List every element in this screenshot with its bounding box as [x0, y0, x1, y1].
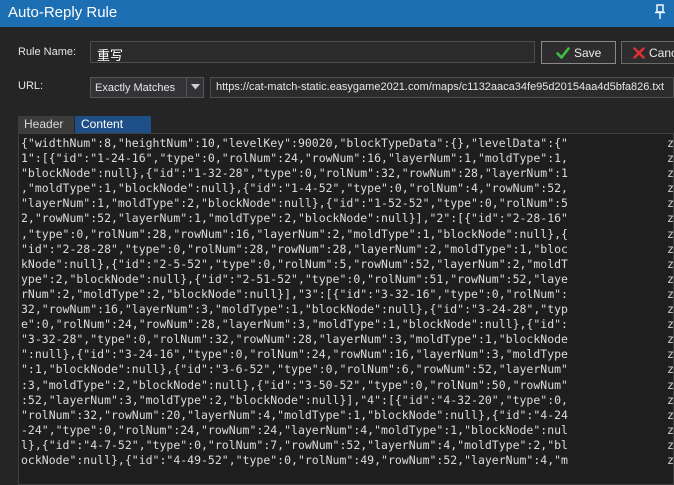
content-line: 2,"rowNum":52,"layerNum":1,"moldType":2,…: [21, 211, 568, 226]
right-edge-char: z: [667, 136, 674, 150]
content-line: kNode":null},{"id":"2-5-52","type":0,"ro…: [21, 256, 568, 271]
tab-content[interactable]: Content: [75, 116, 151, 133]
right-edge-char: z: [667, 181, 674, 196]
content-line: l},{"id":"4-7-52","type":0,"rolNum":7,"r…: [21, 437, 568, 452]
content-line: "id":"2-28-28","type":0,"rolNum":28,"row…: [21, 241, 568, 256]
content-line: -24","type":0,"rolNum":24,"rowNum":24,"l…: [21, 422, 568, 437]
right-edge-char: z: [667, 286, 674, 301]
right-edge-char: z: [667, 211, 674, 226]
content-line: e":0,"rolNum":24,"rowNum":28,"layerNum":…: [21, 317, 568, 332]
content-line: ":null},{"id":"3-24-16","type":0,"rolNum…: [21, 347, 568, 362]
content-line: rNum":2,"moldType":2,"blockNode":null}],…: [21, 286, 568, 301]
check-icon: [556, 46, 570, 60]
right-edge-char: z: [667, 271, 674, 286]
right-edge-char: z: [667, 377, 674, 392]
dropdown-arrow[interactable]: [186, 78, 203, 97]
tab-header[interactable]: Header: [18, 116, 74, 133]
match-mode-select[interactable]: Exactly Matches: [90, 77, 204, 98]
right-edge-char: z: [667, 302, 674, 317]
url-input[interactable]: https://cat-match-static.easygame2021.co…: [210, 77, 674, 98]
rule-name-label: Rule Name:: [18, 46, 77, 58]
content-line: {"widthNum":8,"heightNum":10,"levelKey":…: [21, 136, 568, 150]
content-line: "layerNum":1,"moldType":2,"blockNode":nu…: [21, 196, 568, 211]
save-button-label: Save: [574, 46, 602, 60]
content-line: ype":2,"blockNode":null},{"id":"2-51-52"…: [21, 271, 568, 286]
window-title: Auto-Reply Rule: [8, 4, 118, 21]
url-label: URL:: [18, 80, 44, 92]
right-edge-char: z: [667, 226, 674, 241]
right-edge-char: z: [667, 407, 674, 422]
right-edge-char: z: [667, 166, 674, 181]
close-icon: [632, 46, 646, 60]
right-edge-char: z: [667, 437, 674, 452]
pin-icon[interactable]: [653, 3, 667, 21]
content-line: ockNode":null},{"id":"4-49-52","type":0,…: [21, 452, 568, 467]
content-line: ":1,"blockNode":null},{"id":"3-6-52","ty…: [21, 362, 568, 377]
right-edge-char: z: [667, 452, 674, 467]
content-line: ,"type":0,"rolNum":28,"rowNum":16,"layer…: [21, 226, 568, 241]
right-edge-char: z: [667, 422, 674, 437]
chevron-down-icon: [191, 84, 200, 90]
content-line: "3-32-28","type":0,"rolNum":32,"rowNum":…: [21, 332, 568, 347]
save-button[interactable]: Save: [541, 41, 616, 64]
content-editor[interactable]: {"widthNum":8,"heightNum":10,"levelKey":…: [18, 133, 674, 485]
content-line: 32,"rowNum":16,"layerNum":3,"moldType":1…: [21, 302, 568, 317]
content-text: {"widthNum":8,"heightNum":10,"levelKey":…: [21, 136, 669, 468]
rule-name-input[interactable]: 重写: [90, 41, 535, 63]
cancel-button-label: Canc: [649, 46, 674, 60]
right-edge-char: z: [667, 317, 674, 332]
right-edge-char: z: [667, 392, 674, 407]
content-line: 1":[{"id":"1-24-16","type":0,"rolNum":24…: [21, 151, 568, 166]
content-line: "rolNum":32,"rowNum":20,"layerNum":4,"mo…: [21, 407, 568, 422]
content-line: ,"moldType":1,"blockNode":null},{"id":"1…: [21, 181, 568, 196]
cancel-button[interactable]: Canc: [621, 41, 674, 64]
content-line: :3,"moldType":2,"blockNode":null},{"id":…: [21, 377, 568, 392]
right-edge-char: z: [667, 332, 674, 347]
title-bar: Auto-Reply Rule: [0, 0, 674, 27]
right-edge-char: z: [667, 196, 674, 211]
right-edge-char: z: [667, 241, 674, 256]
right-edge-char: z: [667, 256, 674, 271]
right-edge-char: z: [667, 151, 674, 166]
content-line: "blockNode":null},{"id":"1-32-28","type"…: [21, 166, 568, 181]
right-edge-char: z: [667, 347, 674, 362]
right-edge-column: zzzzzzzzzzzzzzzzzzzzzz: [667, 136, 674, 468]
match-mode-value: Exactly Matches: [95, 82, 176, 94]
content-line: :52,"layerNum":3,"moldType":2,"blockNode…: [21, 392, 568, 407]
right-edge-char: z: [667, 362, 674, 377]
